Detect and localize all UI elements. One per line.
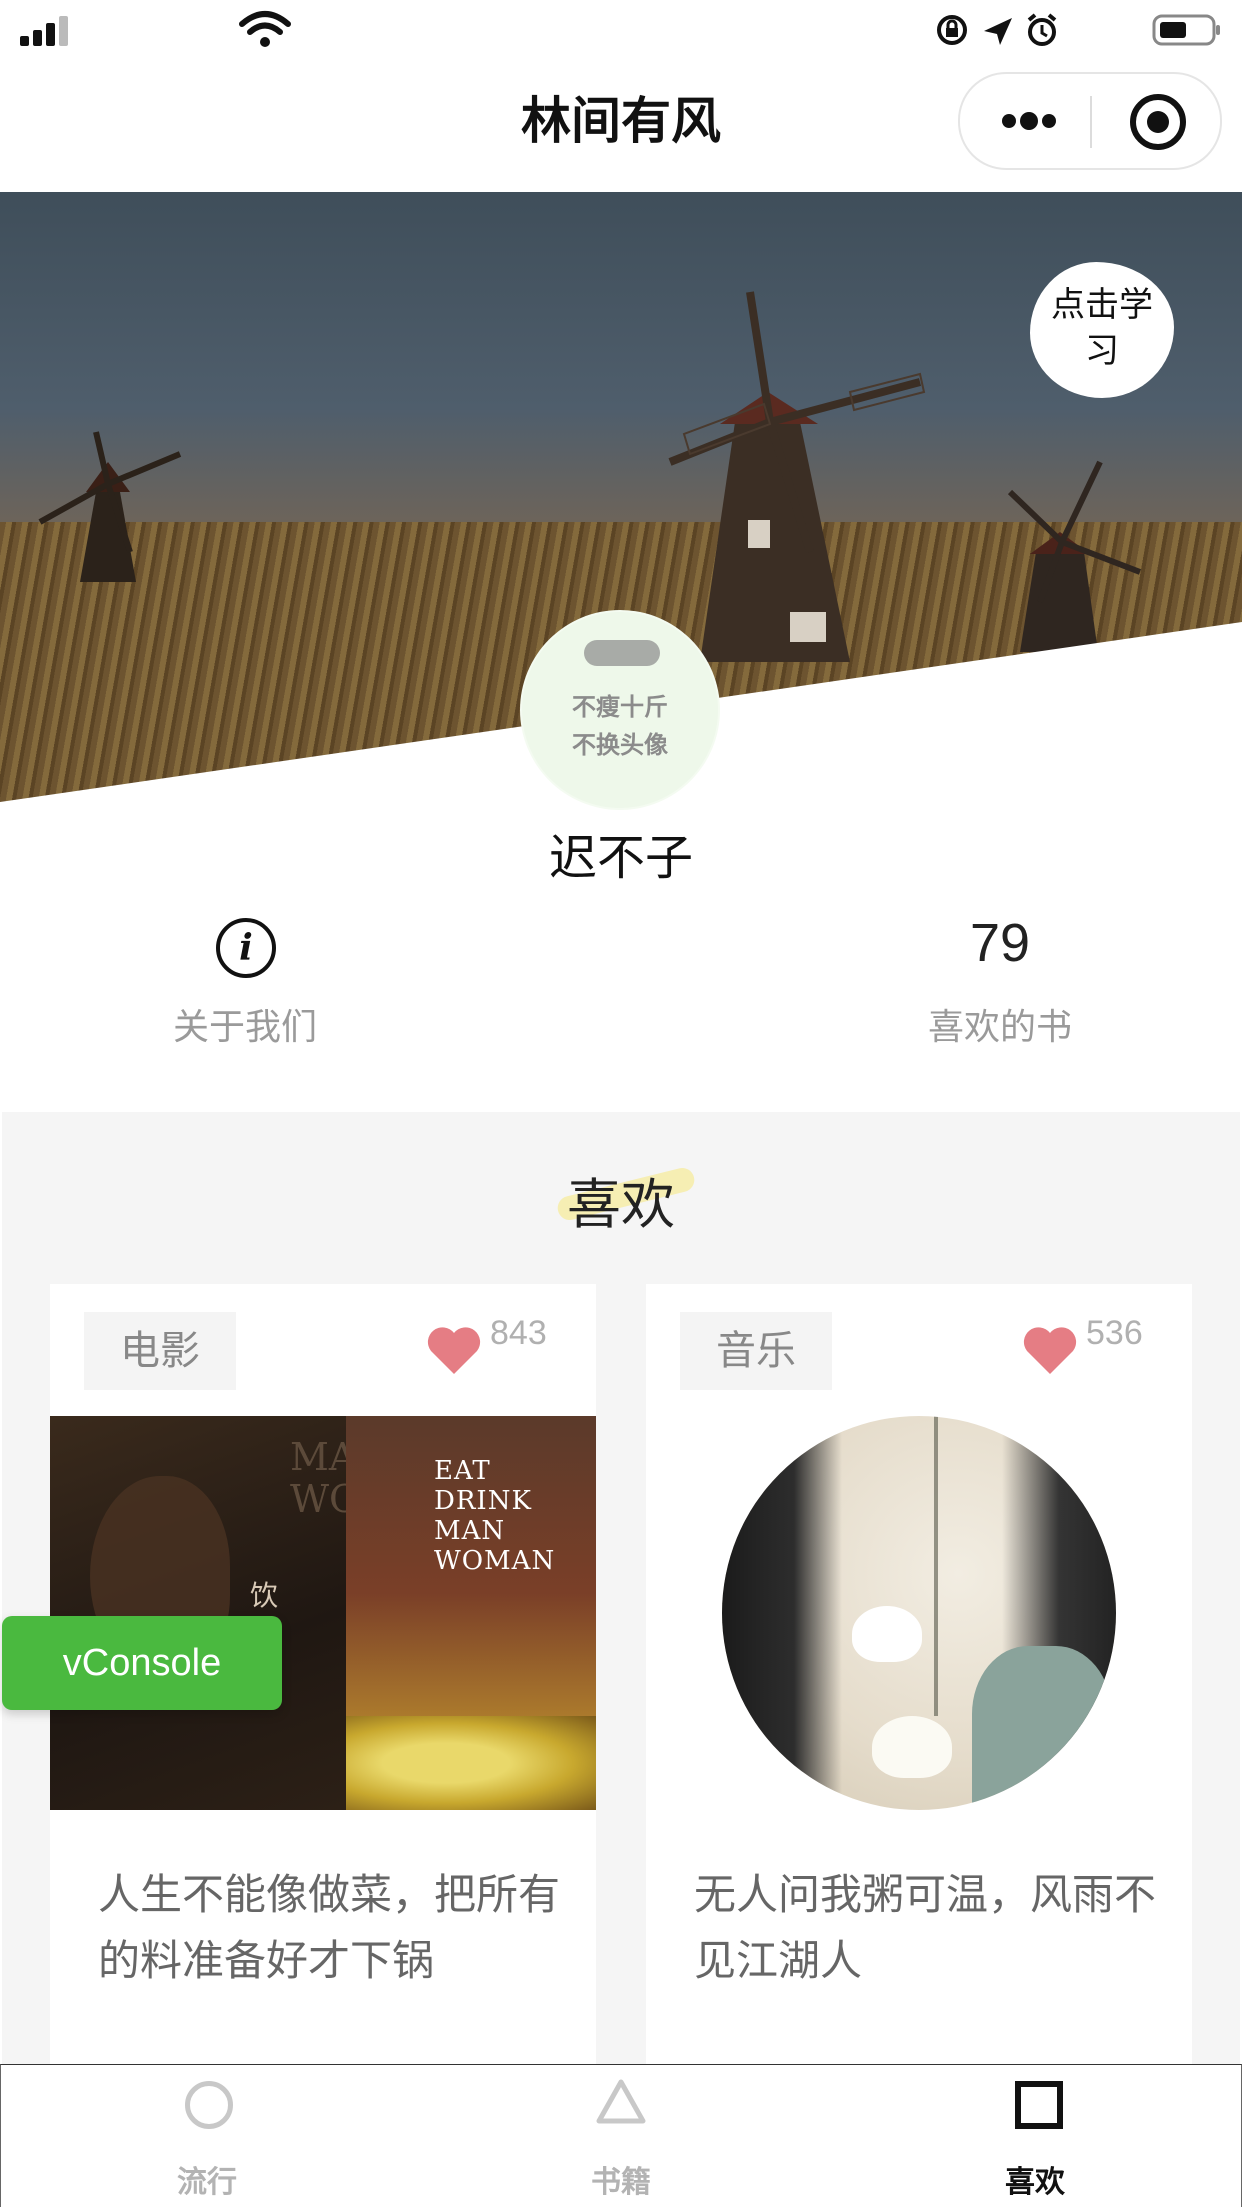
dot-icon [1002, 114, 1016, 128]
lotus-flower [872, 1716, 952, 1778]
about-us-button[interactable]: i 关于我们 [120, 912, 370, 1052]
music-album-disc [722, 1416, 1116, 1810]
windmill-center [668, 291, 926, 662]
avatar-text-line-1: 不瘦十斤 [572, 693, 668, 721]
wifi-icon [239, 11, 291, 47]
about-us-label: 关于我们 [172, 1007, 317, 1048]
tab-label: 喜欢 [1005, 2165, 1065, 2200]
status-bar [0, 0, 1242, 62]
liked-books-count: 79 [969, 913, 1031, 973]
triangle-icon [596, 2079, 646, 2124]
avatar[interactable]: 不瘦十斤 不换头像 [522, 612, 718, 808]
heart-icon[interactable] [426, 1324, 482, 1376]
lotus-flower [852, 1606, 922, 1662]
section-title: 喜欢 [567, 1173, 675, 1236]
disc-figure-left [722, 1416, 842, 1810]
square-icon [1015, 2081, 1063, 2129]
battery-icon [1152, 14, 1220, 46]
tab-label: 书籍 [591, 2165, 651, 2200]
nickname: 迟不子 [548, 830, 693, 886]
tab-bar: 流行 书籍 喜欢 [0, 2064, 1242, 2207]
tab-label: 流行 [177, 2165, 237, 2200]
mini-program-capsule [958, 72, 1222, 170]
like-count: 536 [1086, 1314, 1143, 1352]
poster-title-right: EAT DRINK MAN WOMAN [434, 1456, 556, 1576]
nav-bar: 林间有风 [0, 62, 1242, 192]
cellular-signal-icon [20, 14, 74, 46]
rotation-lock-icon [937, 15, 967, 45]
tap-to-learn-text: 点击学习 [1051, 285, 1153, 371]
close-mini-program-button[interactable] [1092, 74, 1220, 168]
tab-likes[interactable]: 喜欢 [935, 2065, 1135, 2207]
more-menu-button[interactable] [960, 74, 1090, 168]
card-description: 人生不能像做菜，把所有的料准备好才下锅 [98, 1870, 561, 1985]
tab-popular[interactable]: 流行 [107, 2065, 307, 2207]
windmill-left [38, 431, 182, 582]
cloud-icon [584, 640, 660, 666]
avatar-text-line-2: 不换头像 [572, 731, 668, 759]
category-tag: 电影 [84, 1312, 236, 1390]
liked-books-label: 喜欢的书 [927, 1007, 1072, 1048]
info-icon: i [216, 918, 276, 978]
dot-icon [1020, 112, 1038, 130]
category-tag: 音乐 [680, 1312, 832, 1390]
circle-icon [185, 2081, 233, 2129]
target-center [1147, 111, 1169, 133]
alarm-icon [1027, 13, 1057, 46]
disc-stem [934, 1416, 938, 1716]
poster-title-left: MAN WOMA [290, 1435, 427, 1520]
tap-to-learn-badge[interactable]: 点击学习 [1030, 262, 1174, 398]
music-card[interactable]: 音乐 536 无人问我粥可温，风雨不见江湖人 [646, 1284, 1192, 2074]
heart-icon[interactable] [1022, 1324, 1078, 1376]
vconsole-button[interactable]: vConsole [2, 1616, 282, 1710]
disc-robe [972, 1646, 1112, 1810]
location-icon [984, 18, 1012, 45]
poster-dinner-table [346, 1716, 596, 1810]
like-count: 843 [490, 1314, 547, 1352]
dot-icon [1042, 114, 1056, 128]
avatar-text: 不瘦十斤 不换头像 [522, 688, 718, 764]
tab-books[interactable]: 书籍 [521, 2065, 721, 2207]
card-description: 无人问我粥可温，风雨不见江湖人 [694, 1870, 1157, 1985]
movie-poster-image: MAN WOMA EAT DRINK MAN WOMAN 饮食 [50, 1416, 596, 1810]
liked-books-button[interactable]: 79 喜欢的书 [880, 912, 1120, 1052]
status-icons [937, 13, 1057, 46]
windmill-right [1007, 460, 1142, 652]
